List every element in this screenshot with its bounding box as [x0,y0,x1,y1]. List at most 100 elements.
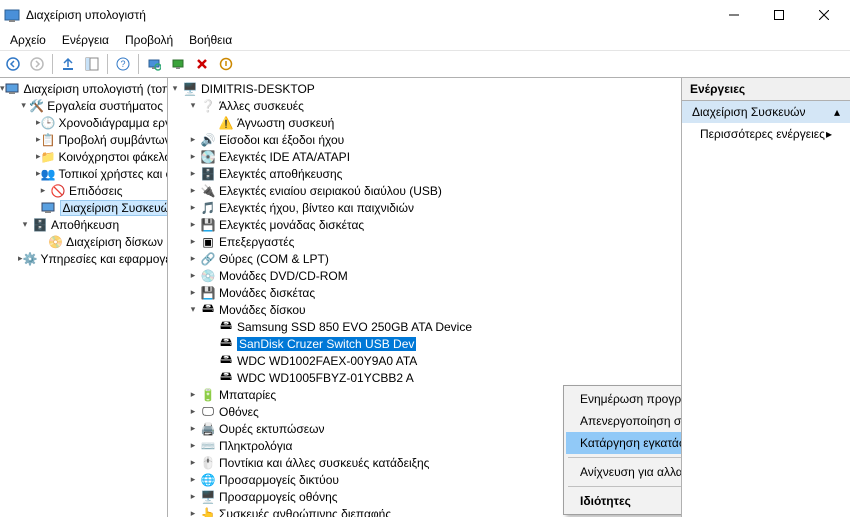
cat-sound-video-game[interactable]: ▸🎵Ελεγκτές ήχου, βίντεο και παιχνιδιών [186,199,681,216]
expand-icon[interactable]: ▸ [186,389,200,400]
collapse-icon[interactable]: ▾ [186,100,200,111]
uninstall-button[interactable] [191,53,213,75]
device-tree[interactable]: ▾ 🖥️ DIMITRIS-DESKTOP ▾❔Άλλες συσκευές ▸… [168,78,682,517]
minimize-button[interactable] [711,1,756,29]
other-devices-icon: ❔ [200,98,216,114]
help-button[interactable]: ? [112,53,134,75]
event-viewer-icon: 📋 [41,132,56,148]
shared-folder-icon: 📁 [41,149,56,165]
maximize-button[interactable] [756,1,801,29]
update-driver-button[interactable] [167,53,189,75]
expand-icon[interactable]: ▸ [186,134,200,145]
ctx-separator [568,486,682,487]
tree-shared-folders[interactable]: ▸📁Κοινόχρηστοι φάκελοι [36,148,167,165]
cat-storage-controllers[interactable]: ▸🗄️Ελεγκτές αποθήκευσης [186,165,681,182]
tree-services-apps[interactable]: ▸⚙️Υπηρεσίες και εφαρμογές [18,250,167,267]
expand-icon[interactable]: ▸ [186,491,200,502]
actions-more[interactable]: Περισσότερες ενέργειες ▸ [682,123,850,145]
floppy-ctl-icon: 💾 [200,217,216,233]
device-root[interactable]: ▾ 🖥️ DIMITRIS-DESKTOP [168,80,681,97]
computer-icon: 🖥️ [182,81,198,97]
cat-floppy-controllers[interactable]: ▸💾Ελεγκτές μονάδας δισκέτας [186,216,681,233]
expand-icon[interactable]: ▸ [186,474,200,485]
up-button[interactable] [57,53,79,75]
unknown-device-icon: ⚠️ [218,115,234,131]
forward-button[interactable] [26,53,48,75]
cat-floppy-drives[interactable]: ▸💾Μονάδες δισκέτας [186,284,681,301]
cat-ports[interactable]: ▸🔗Θύρες (COM & LPT) [186,250,681,267]
storage-ctl-icon: 🗄️ [200,166,216,182]
expand-icon[interactable]: ▸ [186,151,200,162]
expand-icon[interactable]: ▸ [186,236,200,247]
menu-file[interactable]: Αρχείο [2,31,54,49]
collapse-icon[interactable]: ▾ [18,100,29,111]
expand-icon[interactable]: ▸ [186,457,200,468]
clock-icon: 🕒 [41,115,56,131]
collapse-icon[interactable]: ▾ [168,83,182,94]
tree-local-users[interactable]: ▸👥Τοπικοί χρήστες και ομ [36,165,167,182]
expand-icon[interactable]: ▸ [186,219,200,230]
chevron-right-icon: ▸ [826,127,832,141]
ctx-properties[interactable]: Ιδιότητες [566,490,682,512]
disk-wdc-2[interactable]: ▸🖴WDC WD1005FBYZ-01YCBB2 A [204,369,681,386]
expand-icon[interactable]: ▸ [186,440,200,451]
expand-icon[interactable]: ▸ [186,287,200,298]
collapse-icon[interactable]: ▾ [186,304,200,315]
cat-usb-controllers[interactable]: ▸🔌Ελεγκτές ενιαίου σειριακού διαύλου (US… [186,182,681,199]
console-tree[interactable]: ▾ Διαχείριση υπολογιστή (τοπικ ▾ 🛠️ Εργα… [0,78,168,517]
cat-audio-io[interactable]: ▸🔊Είσοδοι και έξοδοι ήχου [186,131,681,148]
tree-device-manager[interactable]: ▸Διαχείριση Συσκευών [36,199,167,216]
expand-icon[interactable]: ▸ [186,185,200,196]
menu-help[interactable]: Βοήθεια [181,31,240,49]
actions-header: Ενέργειες [682,78,850,101]
tree-performance[interactable]: ▸🚫Επιδόσεις [36,182,167,199]
tree-storage[interactable]: ▾ 🗄️ Αποθήκευση [18,216,167,233]
hdd-icon: 🖴 [218,370,234,386]
device-unknown[interactable]: ▸⚠️Άγνωστη συσκευή [204,114,681,131]
expand-icon[interactable]: ▸ [186,508,200,517]
expand-icon[interactable]: ▸ [186,253,200,264]
printer-icon: 🖨️ [200,421,216,437]
ctx-scan-hardware[interactable]: Ανίχνευση για αλλαγές υλικού [566,461,682,483]
expand-icon[interactable]: ▸ [186,202,200,213]
scan-hardware-button[interactable] [143,53,165,75]
expand-icon[interactable]: ▸ [186,423,200,434]
tree-task-scheduler[interactable]: ▸🕒Χρονοδιάγραμμα εργα [36,114,167,131]
audio-io-icon: 🔊 [200,132,216,148]
show-hide-tree-button[interactable] [81,53,103,75]
expand-icon[interactable]: ▸ [36,185,50,196]
services-icon: ⚙️ [23,251,38,267]
expand-icon[interactable]: ▸ [186,270,200,281]
close-button[interactable] [801,1,846,29]
tree-disk-management[interactable]: ▸📀Διαχείριση δίσκων [36,233,167,250]
battery-icon: 🔋 [200,387,216,403]
tree-event-viewer[interactable]: ▸📋Προβολή συμβάντων [36,131,167,148]
cat-dvd-cdrom[interactable]: ▸💿Μονάδες DVD/CD-ROM [186,267,681,284]
menu-view[interactable]: Προβολή [117,31,181,49]
disk-wdc-1[interactable]: ▸🖴WDC WD1002FAEX-00Y9A0 ATA [204,352,681,369]
tools-icon: 🛠️ [29,98,44,114]
menu-action[interactable]: Ενέργεια [54,31,117,49]
tree-system-tools[interactable]: ▾ 🛠️ Εργαλεία συστήματος [18,97,167,114]
back-button[interactable] [2,53,24,75]
display-adapter-icon: 🖥️ [200,489,216,505]
expand-icon[interactable]: ▸ [186,168,200,179]
cat-disk-drives[interactable]: ▾🖴Μονάδες δίσκου [186,301,681,318]
disable-button[interactable] [215,53,237,75]
expand-icon[interactable]: ▸ [186,406,200,417]
device-manager-icon [41,200,57,216]
ctx-uninstall-device[interactable]: Κατάργηση εγκατάστασης συσκευής [566,432,682,454]
ctx-update-driver[interactable]: Ενημέρωση προγράμματος οδήγησης [566,388,682,410]
cat-processors[interactable]: ▸▣Επεξεργαστές [186,233,681,250]
disk-samsung-ssd[interactable]: ▸🖴Samsung SSD 850 EVO 250GB ATA Device [204,318,681,335]
tree-root-computer-management[interactable]: ▾ Διαχείριση υπολογιστή (τοπικ [0,80,167,97]
disk-sandisk-usb[interactable]: ▸🖴SanDisk Cruzer Switch USB Dev [204,335,681,352]
cat-other-devices[interactable]: ▾❔Άλλες συσκευές [186,97,681,114]
toolbar-separator [138,54,139,74]
hid-icon: 👆 [200,506,216,517]
network-icon: 🌐 [200,472,216,488]
collapse-icon[interactable]: ▾ [18,219,32,230]
actions-main[interactable]: Διαχείριση Συσκευών ▴ [682,101,850,123]
ctx-disable-device[interactable]: Απενεργοποίηση συσκευής [566,410,682,432]
cat-ide-ata[interactable]: ▸💽Ελεγκτές IDE ATA/ATAPI [186,148,681,165]
